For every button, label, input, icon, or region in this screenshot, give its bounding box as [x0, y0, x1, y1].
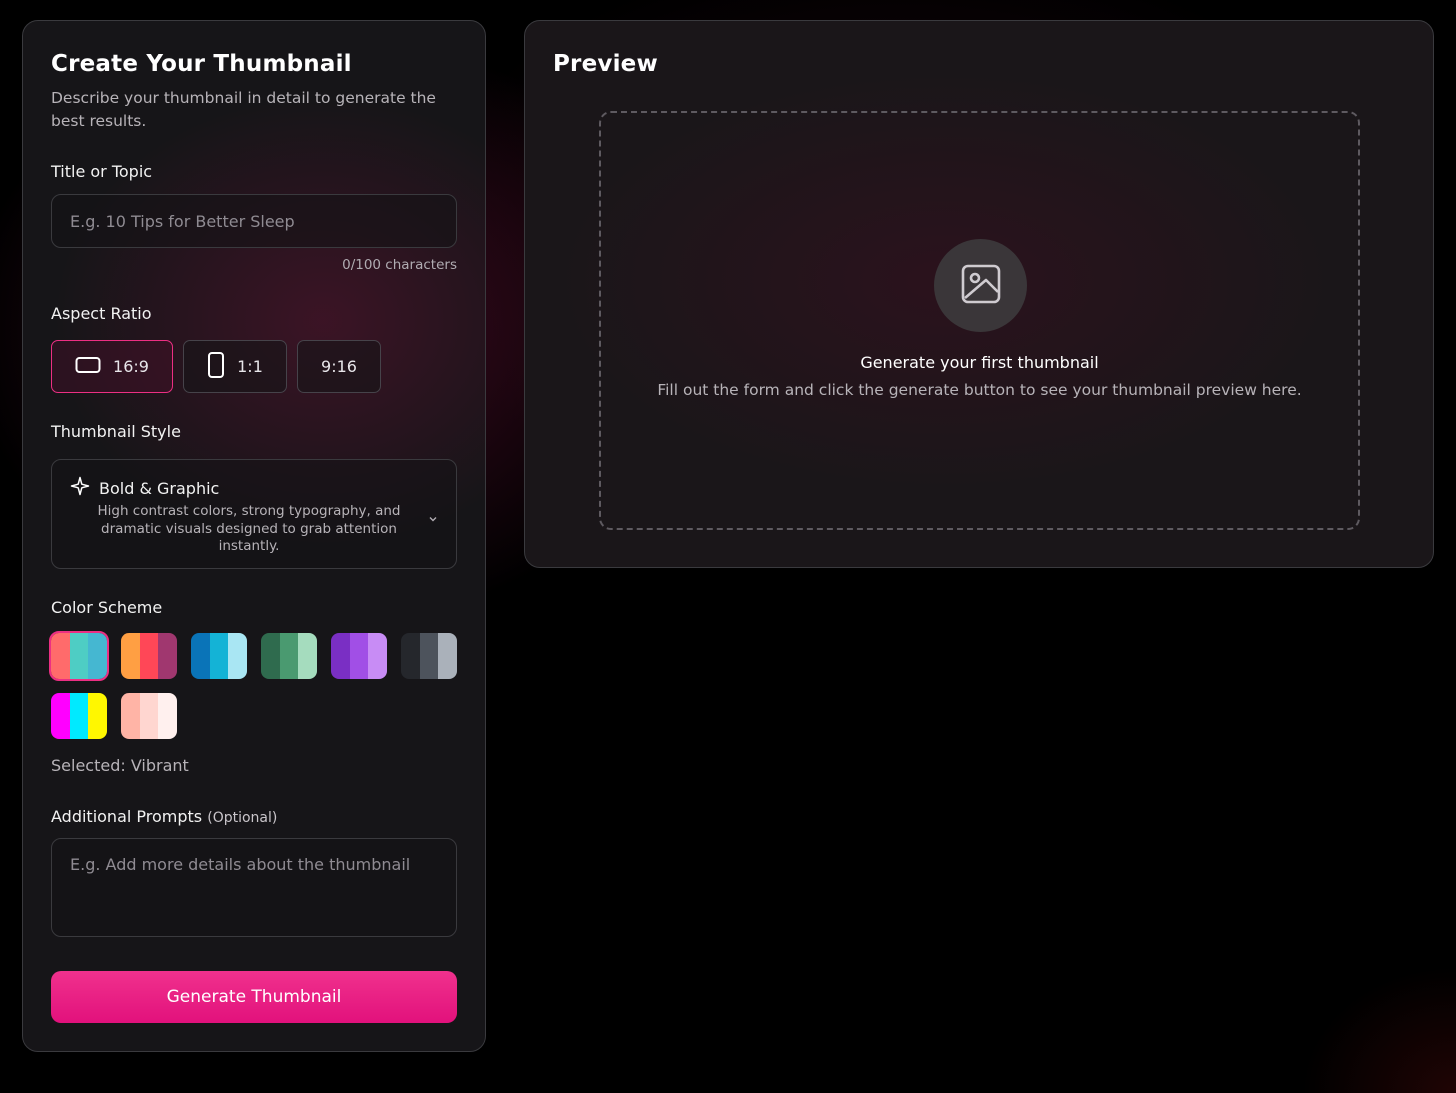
thumbnail-style-label: Thumbnail Style: [51, 422, 181, 441]
swatch-color-segment: [88, 633, 107, 679]
swatch-color-segment: [191, 633, 210, 679]
image-icon: [960, 263, 1002, 309]
swatch-color-segment: [139, 693, 159, 739]
form-description-line-1: Describe your thumbnail in detail to gen…: [51, 89, 436, 107]
chevron-down-icon: [428, 508, 438, 527]
swatch-color-segment: [349, 633, 369, 679]
prompts-label-text: Additional Prompts: [51, 807, 203, 826]
style-selected-description: High contrast colors, strong typography,…: [70, 503, 428, 556]
aspect-ratio-label-1-1: 1:1: [237, 357, 263, 376]
title-topic-label: Title or Topic: [51, 162, 153, 181]
portrait-rect-icon: [207, 351, 225, 383]
preview-drop-zone: Generate your first thumbnail Fill out t…: [599, 111, 1360, 530]
title-topic-input[interactable]: [51, 194, 457, 248]
empty-state-description: Fill out the form and click the generate…: [657, 381, 1302, 399]
color-scheme-swatch[interactable]: [51, 693, 107, 739]
swatch-color-segment: [401, 633, 420, 679]
swatch-color-segment: [158, 633, 177, 679]
image-placeholder-circle: [934, 239, 1027, 332]
aspect-ratio-label-9-16: 9:16: [321, 357, 357, 376]
aspect-ratio-label-16-9: 16:9: [113, 357, 149, 376]
aspect-ratio-label: Aspect Ratio: [51, 304, 152, 323]
style-description-line-3: instantly.: [218, 538, 280, 554]
swatch-color-segment: [368, 633, 387, 679]
generate-thumbnail-button[interactable]: Generate Thumbnail: [51, 971, 457, 1023]
selected-scheme-text: Selected: Vibrant: [51, 756, 189, 775]
preview-title: Preview: [553, 51, 658, 77]
swatch-color-segment: [88, 693, 107, 739]
sparkle-icon: [70, 476, 90, 500]
swatch-color-segment: [279, 633, 299, 679]
form-description: Describe your thumbnail in detail to gen…: [51, 87, 436, 133]
color-scheme-swatch[interactable]: [261, 633, 317, 679]
create-thumbnail-panel: Create Your Thumbnail Describe your thum…: [22, 20, 486, 1052]
swatch-color-segment: [121, 633, 140, 679]
color-scheme-swatch[interactable]: [331, 633, 387, 679]
swatch-color-segment: [419, 633, 439, 679]
swatch-color-segment: [438, 633, 457, 679]
swatch-color-segment: [121, 693, 140, 739]
swatch-color-segment: [158, 693, 177, 739]
style-selected-name: Bold & Graphic: [99, 478, 220, 498]
aspect-ratio-16-9-button[interactable]: 16:9: [51, 340, 173, 393]
aspect-ratio-9-16-button[interactable]: 9:16: [297, 340, 381, 393]
preview-panel: Preview Generate your first thumbnail Fi…: [524, 20, 1434, 568]
swatch-color-segment: [139, 633, 159, 679]
swatch-color-segment: [228, 633, 247, 679]
style-description-line-1: High contrast colors, strong typography,…: [97, 503, 401, 519]
aspect-ratio-1-1-button[interactable]: 1:1: [183, 340, 287, 393]
swatch-color-segment: [331, 633, 350, 679]
thumbnail-style-select[interactable]: Bold & Graphic High contrast colors, str…: [51, 459, 457, 569]
color-scheme-swatch[interactable]: [401, 633, 457, 679]
prompts-optional-text: (Optional): [207, 810, 278, 826]
color-scheme-swatch[interactable]: [121, 693, 177, 739]
swatch-color-segment: [51, 693, 70, 739]
style-description-line-2: dramatic visuals designed to grab attent…: [101, 520, 397, 537]
landscape-rect-icon: [75, 356, 101, 378]
form-title: Create Your Thumbnail: [51, 51, 352, 77]
character-count: 0/100 characters: [342, 257, 457, 273]
additional-prompts-label: Additional Prompts (Optional): [51, 807, 277, 826]
swatch-color-segment: [298, 633, 317, 679]
additional-prompts-textarea[interactable]: [51, 838, 457, 937]
style-selected-header: Bold & Graphic: [70, 476, 219, 500]
form-description-line-2: best results.: [51, 112, 147, 130]
color-scheme-swatch[interactable]: [121, 633, 177, 679]
swatch-color-segment: [69, 693, 89, 739]
swatch-color-segment: [69, 633, 89, 679]
swatch-color-segment: [51, 633, 70, 679]
swatch-color-segment: [209, 633, 229, 679]
color-scheme-swatch[interactable]: [191, 633, 247, 679]
color-scheme-label: Color Scheme: [51, 598, 163, 617]
color-scheme-swatch[interactable]: [49, 631, 109, 681]
swatch-color-segment: [261, 633, 280, 679]
empty-state-title: Generate your first thumbnail: [860, 353, 1099, 372]
